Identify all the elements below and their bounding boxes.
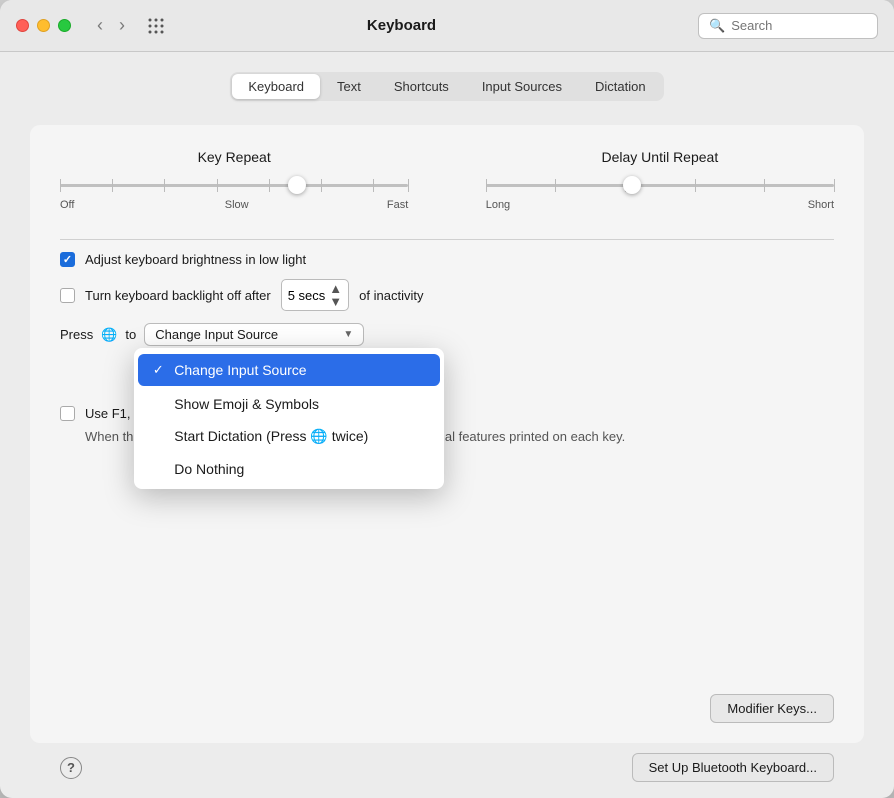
sliders-row: Key Repeat [60, 149, 834, 211]
dropdown-item-label-4: Do Nothing [174, 461, 244, 477]
tab-input-sources[interactable]: Input Sources [466, 74, 578, 99]
search-box[interactable]: 🔍 [698, 13, 878, 39]
window-title: Keyboard [117, 17, 686, 34]
f1-checkbox[interactable] [60, 406, 75, 421]
backlight-row: Turn keyboard backlight off after 5 secs… [60, 279, 834, 311]
back-button[interactable]: ‹ [91, 13, 109, 38]
check-mark-icon: ✓ [150, 362, 166, 378]
delay-repeat-track [486, 184, 834, 187]
globe-icon: 🌐 [101, 327, 117, 343]
dropdown-container: Change Input Source ▼ ✓ Change Input Sou… [144, 323, 364, 346]
delay-long-label: Long [486, 199, 510, 211]
dropdown-item-change-input[interactable]: ✓ Change Input Source [138, 354, 440, 386]
search-icon: 🔍 [709, 18, 725, 34]
dropdown-arrow-icon: ▼ [343, 329, 353, 340]
dropdown-selected-value: Change Input Source [155, 327, 278, 342]
tabs-bar: Keyboard Text Shortcuts Input Sources Di… [30, 72, 864, 101]
search-input[interactable] [731, 18, 867, 33]
dropdown-trigger[interactable]: Change Input Source ▼ [144, 323, 364, 346]
dropdown-item-show-emoji[interactable]: ✓ Show Emoji & Symbols [134, 388, 444, 420]
backlight-label-before: Turn keyboard backlight off after [85, 288, 271, 303]
brightness-checkbox[interactable] [60, 252, 75, 267]
key-repeat-slow-label: Slow [225, 199, 249, 211]
backlight-checkbox[interactable] [60, 288, 75, 303]
dropdown-item-label: Change Input Source [174, 362, 306, 378]
key-repeat-slider[interactable] [60, 175, 408, 195]
press-globe-row: Press 🌐 to Change Input Source ▼ ✓ Chang… [60, 323, 834, 346]
backlight-label-after: of inactivity [359, 288, 423, 303]
press-label-after: to [125, 327, 136, 342]
dropdown-item-dictation[interactable]: ✓ Start Dictation (Press 🌐 twice) [134, 420, 444, 453]
key-repeat-track [60, 184, 408, 187]
minimize-button[interactable] [37, 19, 50, 32]
delay-short-label: Short [808, 199, 834, 211]
delay-repeat-slider[interactable] [486, 175, 834, 195]
key-repeat-label: Key Repeat [198, 149, 271, 165]
help-button[interactable]: ? [60, 757, 82, 779]
backlight-duration-select[interactable]: 5 secs ▲ ▼ [281, 279, 349, 311]
footer-bar: ? Set Up Bluetooth Keyboard... [30, 743, 864, 798]
maximize-button[interactable] [58, 19, 71, 32]
settings-panel: Key Repeat [30, 125, 864, 743]
delay-repeat-label: Delay Until Repeat [601, 149, 718, 165]
stepper-down[interactable]: ▼ [329, 295, 342, 308]
modifier-keys-button[interactable]: Modifier Keys... [710, 694, 834, 723]
backlight-duration-value: 5 secs [288, 288, 326, 303]
titlebar: ‹ › Keyboard 🔍 [0, 0, 894, 52]
dropdown-item-label-3: Start Dictation (Press 🌐 twice) [174, 428, 368, 445]
close-button[interactable] [16, 19, 29, 32]
key-repeat-group: Key Repeat [60, 149, 408, 211]
tab-keyboard[interactable]: Keyboard [232, 74, 320, 99]
divider-1 [60, 239, 834, 240]
traffic-lights [16, 19, 71, 32]
tab-text[interactable]: Text [321, 74, 377, 99]
brightness-row: Adjust keyboard brightness in low light [60, 252, 834, 267]
tab-dictation[interactable]: Dictation [579, 74, 662, 99]
key-repeat-labels: Off Slow Fast [60, 199, 408, 211]
key-repeat-thumb[interactable] [288, 176, 306, 194]
keyboard-preferences-window: ‹ › Keyboard 🔍 Keyboard [0, 0, 894, 798]
dropdown-menu: ✓ Change Input Source ✓ Show Emoji & Sym… [134, 348, 444, 489]
delay-repeat-thumb[interactable] [623, 176, 641, 194]
delay-repeat-labels: Long Short [486, 199, 834, 211]
brightness-label: Adjust keyboard brightness in low light [85, 252, 306, 267]
setup-bluetooth-button[interactable]: Set Up Bluetooth Keyboard... [632, 753, 834, 782]
tab-bar-container: Keyboard Text Shortcuts Input Sources Di… [230, 72, 663, 101]
dropdown-item-label-2: Show Emoji & Symbols [174, 396, 319, 412]
modifier-keys-container: Modifier Keys... [710, 694, 834, 723]
press-label-before: Press [60, 327, 93, 342]
tab-shortcuts[interactable]: Shortcuts [378, 74, 465, 99]
key-repeat-fast-label: Fast [387, 199, 408, 211]
stepper-arrows: ▲ ▼ [329, 282, 342, 308]
key-repeat-off-label: Off [60, 199, 74, 211]
dropdown-item-nothing[interactable]: ✓ Do Nothing [134, 453, 444, 485]
content-area: Keyboard Text Shortcuts Input Sources Di… [0, 52, 894, 798]
delay-repeat-group: Delay Until Repeat Long [486, 149, 834, 211]
